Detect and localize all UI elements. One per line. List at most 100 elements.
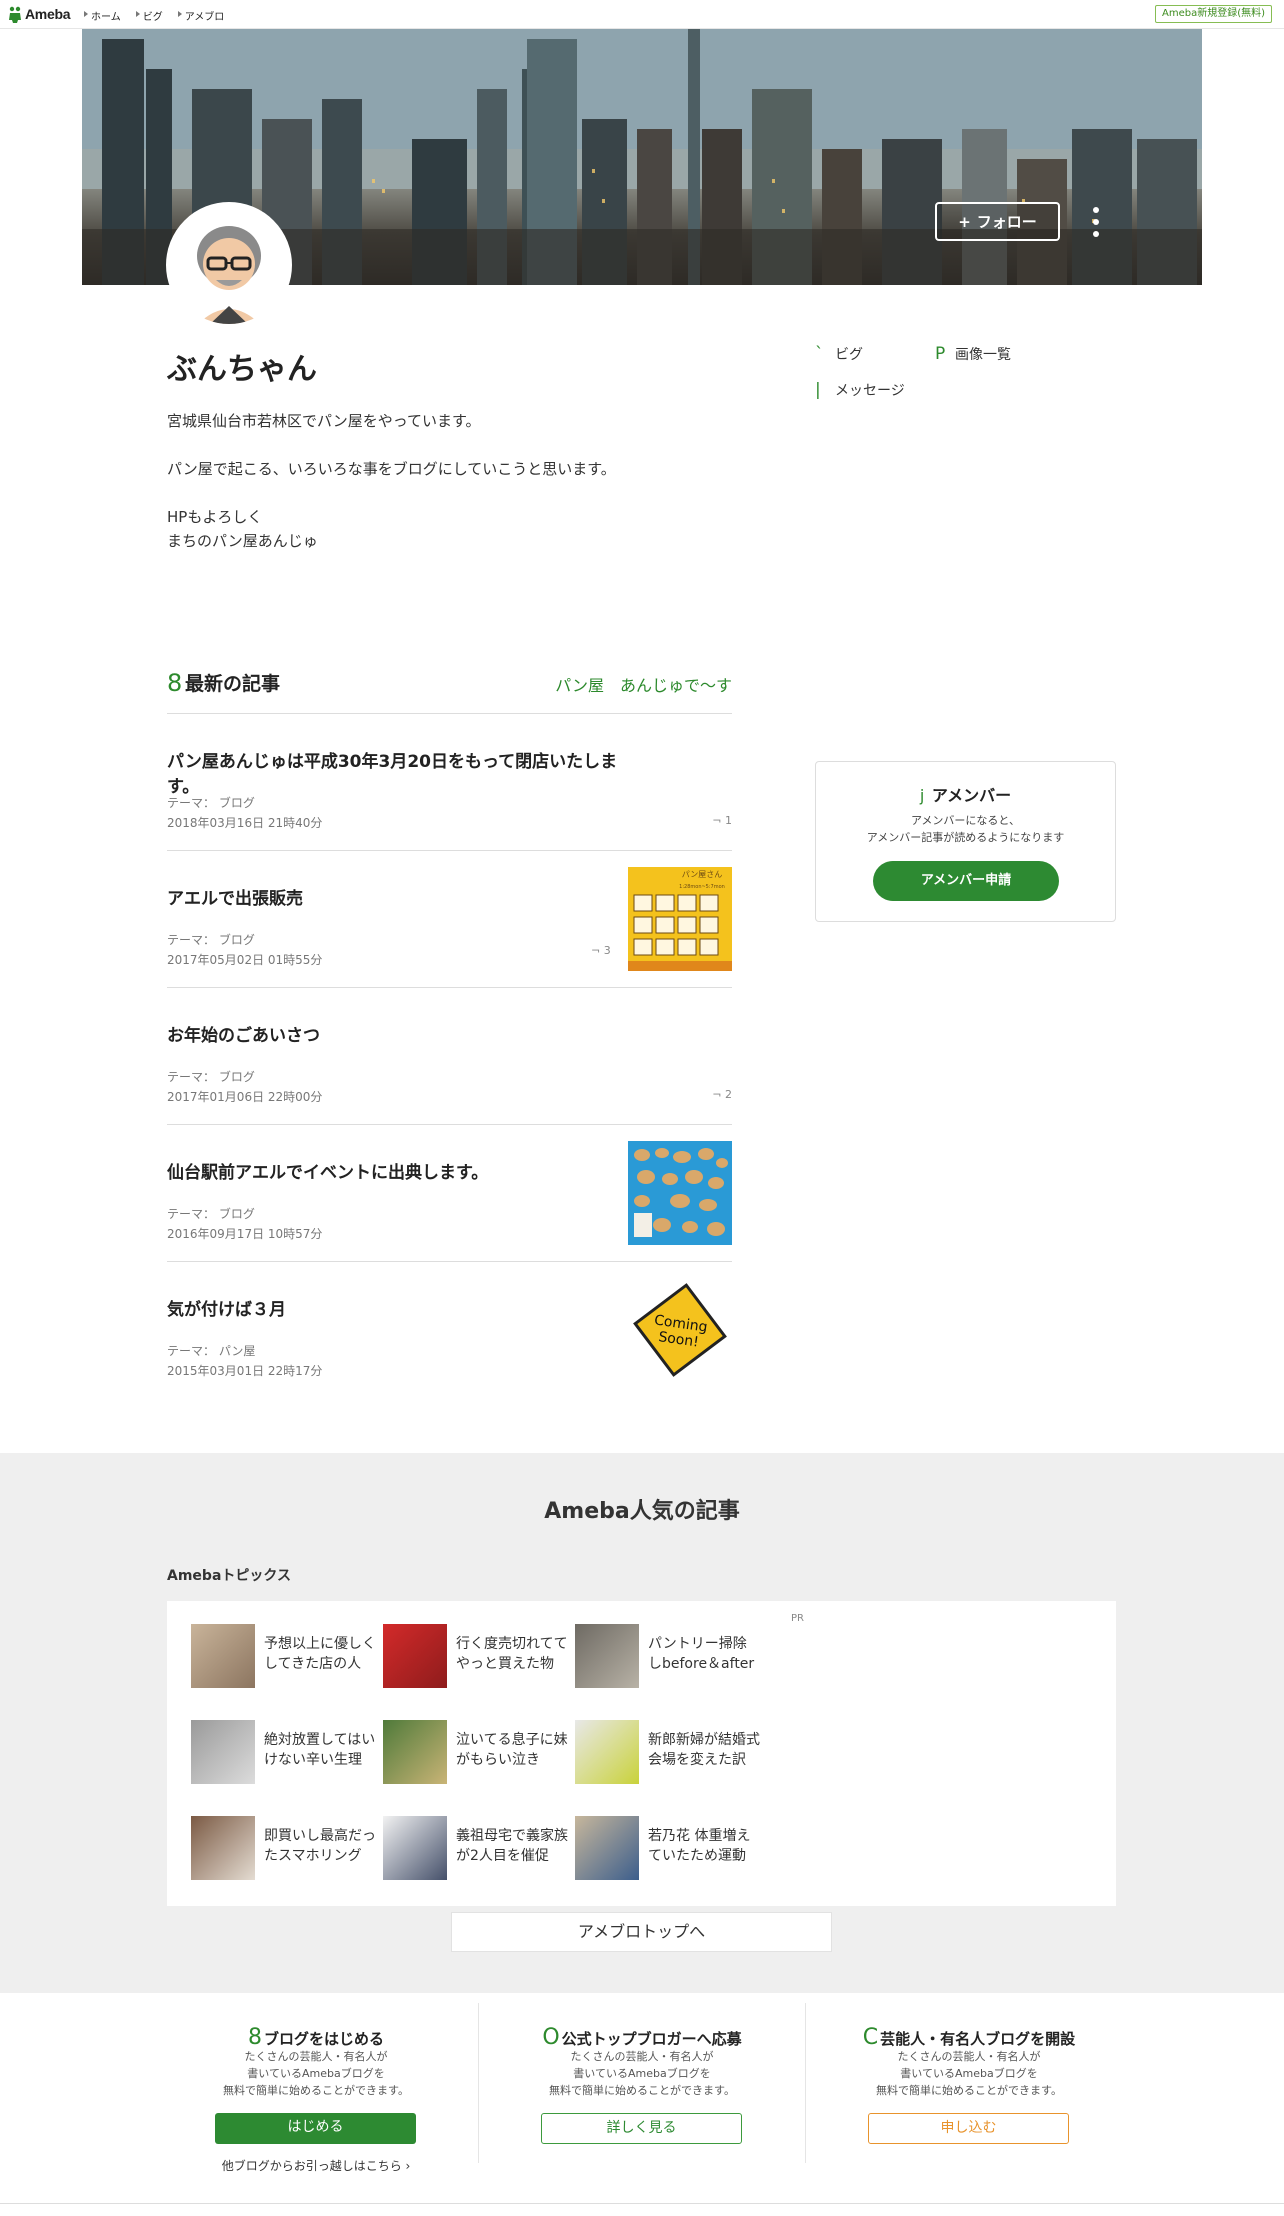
topic-item[interactable]: 予想以上に優しく してきた店の人 xyxy=(191,1624,376,1690)
comment-count[interactable]: ¬ 2 xyxy=(712,1088,732,1101)
topic-title: 行く度売切れてて やっと買えた物 xyxy=(456,1636,568,1672)
apply-button[interactable]: 申し込む xyxy=(868,2113,1069,2144)
comment-count[interactable]: ¬ 1 xyxy=(712,814,732,827)
link-image-list-label: 画像一覧 xyxy=(955,347,1011,363)
comment-icon: ¬ xyxy=(712,1088,722,1101)
entry-title[interactable]: 気が付けば３月 xyxy=(167,1295,637,1320)
comment-icon: ¬ xyxy=(712,814,722,827)
entry-item[interactable]: 仙台駅前アエルでイベントに出典します。 テーマ： ブログ 2016年09月17日… xyxy=(167,1125,732,1262)
follow-button[interactable]: + フォロー xyxy=(935,202,1060,241)
popular-heading: Ameba人気の記事 xyxy=(544,1499,740,1524)
link-message-label: メッセージ xyxy=(835,383,905,399)
entry-thumbnail[interactable]: Coming Soon! xyxy=(628,1278,732,1382)
amember-heading: j アメンバー xyxy=(816,782,1115,806)
promo-description: たくさんの芸能人・有名人が 書いているAmebaブログを 無料で簡単に始めること… xyxy=(223,2050,409,2097)
comment-count[interactable]: ¬ 3 xyxy=(591,944,611,957)
breadcrumb: ホーム ビグ アメブロ xyxy=(84,8,224,23)
promo-description: たくさんの芸能人・有名人が 書いているAmebaブログを 無料で簡単に始めること… xyxy=(876,2050,1062,2097)
topic-thumbnail xyxy=(383,1624,447,1688)
message-icon: | xyxy=(815,380,821,400)
breadcrumb-ameblo[interactable]: アメブロ xyxy=(177,8,224,23)
logo-text: Ameba xyxy=(25,6,71,22)
breadcrumb-home[interactable]: ホーム xyxy=(84,8,121,23)
link-blog[interactable]: ` ビグ xyxy=(815,344,863,364)
top-blogger-icon: O xyxy=(542,2025,560,2050)
topic-title: 予想以上に優しく してきた店の人 xyxy=(264,1636,376,1672)
topic-title: 即買いし最高だっ たスマホリング xyxy=(264,1828,376,1864)
entry-item[interactable]: お年始のごあいさつ テーマ： ブログ 2017年01月06日 22時00分 ¬ … xyxy=(167,988,732,1125)
topic-item[interactable]: 行く度売切れてて やっと買えた物 xyxy=(383,1624,568,1690)
register-button[interactable]: Ameba新規登録(無料) xyxy=(1154,5,1272,23)
topic-item[interactable]: 若乃花 体重増え ていたため運動 xyxy=(575,1816,760,1882)
promo-celebrity-blog: C 芸能人・有名人ブログを開設 たくさんの芸能人・有名人が 書いているAmebaブ… xyxy=(806,2003,1132,2170)
topic-item[interactable]: パントリー掃除 しbefore＆after xyxy=(575,1624,760,1690)
topic-item[interactable]: 絶対放置してはい けない辛い生理 xyxy=(191,1720,376,1786)
topic-thumbnail xyxy=(575,1816,639,1880)
promo-top-blogger: O 公式トップブロガーへ応募 たくさんの芸能人・有名人が 書いているAmebaブロ… xyxy=(479,2003,805,2170)
entry-theme[interactable]: テーマ： パン屋 xyxy=(167,1342,255,1359)
topic-title: 新郎新婦が結婚式 会場を変えた訳 xyxy=(648,1732,760,1768)
topic-title: パントリー掃除 しbefore＆after xyxy=(648,1636,755,1672)
amember-box: j アメンバー アメンバーになると、 アメンバー記事が読めるようになります アメ… xyxy=(815,761,1116,922)
entry-title[interactable]: パン屋あんじゅは平成30年3月20日をもって閉店いたします。 xyxy=(167,747,637,797)
amember-description: アメンバーになると、 アメンバー記事が読めるようになります xyxy=(866,814,1065,844)
start-button[interactable]: はじめる xyxy=(215,2113,416,2144)
entry-date: 2017年01月06日 22時00分 xyxy=(167,1090,323,1104)
blog-icon: ` xyxy=(815,344,824,364)
entry-title[interactable]: お年始のごあいさつ xyxy=(167,1021,637,1046)
topic-item[interactable]: 新郎新婦が結婚式 会場を変えた訳 xyxy=(575,1720,760,1786)
topic-thumbnail xyxy=(575,1720,639,1784)
entry-date: 2017年05月02日 01時55分 xyxy=(167,953,323,967)
follow-label: フォロー xyxy=(976,213,1037,231)
entry-title[interactable]: アエルで出張販売 xyxy=(167,884,607,909)
topic-title: 泣いてる息子に妹 がもらい泣き xyxy=(456,1732,568,1768)
entry-theme[interactable]: テーマ： ブログ xyxy=(167,1205,255,1222)
entry-theme[interactable]: テーマ： ブログ xyxy=(167,794,255,811)
entry-thumbnail[interactable] xyxy=(628,1141,732,1245)
link-message[interactable]: | メッセージ xyxy=(815,380,905,400)
amember-icon: j xyxy=(919,786,925,805)
entry-item[interactable]: 気が付けば３月 テーマ： パン屋 2015年03月01日 22時17分 Comi… xyxy=(167,1262,732,1399)
topic-item[interactable]: 義祖母宅で義家族 が2人目を催促 xyxy=(383,1816,568,1882)
latest-entries-title: 最新の記事 xyxy=(185,673,281,695)
thumb-text: パン屋さん xyxy=(682,870,722,879)
latest-entries-header: 8 最新の記事 パン屋 あんじゅで〜す xyxy=(167,664,732,714)
entry-thumbnail[interactable]: パン屋さん 1:28mon~5:7mon xyxy=(628,867,732,971)
ameblo-top-button[interactable]: アメブロトップへ xyxy=(451,1912,832,1952)
avatar[interactable] xyxy=(166,202,292,328)
plus-icon: + xyxy=(958,212,971,231)
promo-title: C 芸能人・有名人ブログを開設 xyxy=(862,2025,1076,2050)
entry-theme[interactable]: テーマ： ブログ xyxy=(167,1068,255,1085)
promo-title: O 公式トップブロガーへ応募 xyxy=(542,2025,742,2050)
promo-description: たくさんの芸能人・有名人が 書いているAmebaブログを 無料で簡単に始めること… xyxy=(549,2050,735,2097)
entry-theme[interactable]: テーマ： ブログ xyxy=(167,931,255,948)
topic-item[interactable]: 即買いし最高だっ たスマホリング xyxy=(191,1816,376,1882)
profile-bio: 宮城県仙台市若林区でパン屋をやっています。 パン屋で起こる、いろいろな事をブログ… xyxy=(167,412,616,550)
link-image-list[interactable]: P 画像一覧 xyxy=(935,344,1011,364)
details-button[interactable]: 詳しく見る xyxy=(541,2113,742,2144)
topics-panel: PR 予想以上に優しく してきた店の人 行く度売切れてて やっと買えた物 パント… xyxy=(167,1601,1116,1906)
entry-item[interactable]: アエルで出張販売 テーマ： ブログ 2017年05月02日 01時55分 ¬ 3… xyxy=(167,851,732,988)
ameba-logo[interactable]: Ameba xyxy=(8,5,70,23)
topic-title: 義祖母宅で義家族 が2人目を催促 xyxy=(456,1828,568,1864)
entry-title[interactable]: 仙台駅前アエルでイベントに出典します。 xyxy=(167,1158,607,1183)
more-menu-icon[interactable] xyxy=(1090,207,1102,237)
amember-title: アメンバー xyxy=(931,786,1012,805)
blogger-name: ぶんちゃん xyxy=(167,352,317,387)
entry-date: 2016年09月17日 10時57分 xyxy=(167,1227,323,1241)
comment-icon: ¬ xyxy=(591,944,601,957)
entry-item[interactable]: パン屋あんじゅは平成30年3月20日をもって閉店いたします。 テーマ： ブログ … xyxy=(167,714,732,851)
link-blog-label: ビグ xyxy=(835,347,863,363)
ameba-mark-icon xyxy=(8,6,22,23)
entry-date: 2015年03月01日 22時17分 xyxy=(167,1364,323,1378)
popular-articles-section: Ameba人気の記事 Amebaトピックス PR 予想以上に優しく してきた店の… xyxy=(0,1453,1284,1993)
thumb-text: 1:28mon~5:7mon xyxy=(679,884,725,890)
blog-title-link[interactable]: パン屋 あんじゅで〜す xyxy=(555,672,732,696)
breadcrumb-blog[interactable]: ビグ xyxy=(135,8,163,23)
topic-thumbnail xyxy=(383,1816,447,1880)
migration-link[interactable]: 他ブログからお引っ越しはこちら › xyxy=(153,2157,479,2174)
topic-item[interactable]: 泣いてる息子に妹 がもらい泣き xyxy=(383,1720,568,1786)
celebrity-icon: C xyxy=(862,2025,879,2050)
global-nav: Ameba ホーム ビグ アメブロ Ameba新規登録(無料) xyxy=(0,0,1284,29)
amember-apply-button[interactable]: アメンバー申請 xyxy=(873,861,1059,901)
